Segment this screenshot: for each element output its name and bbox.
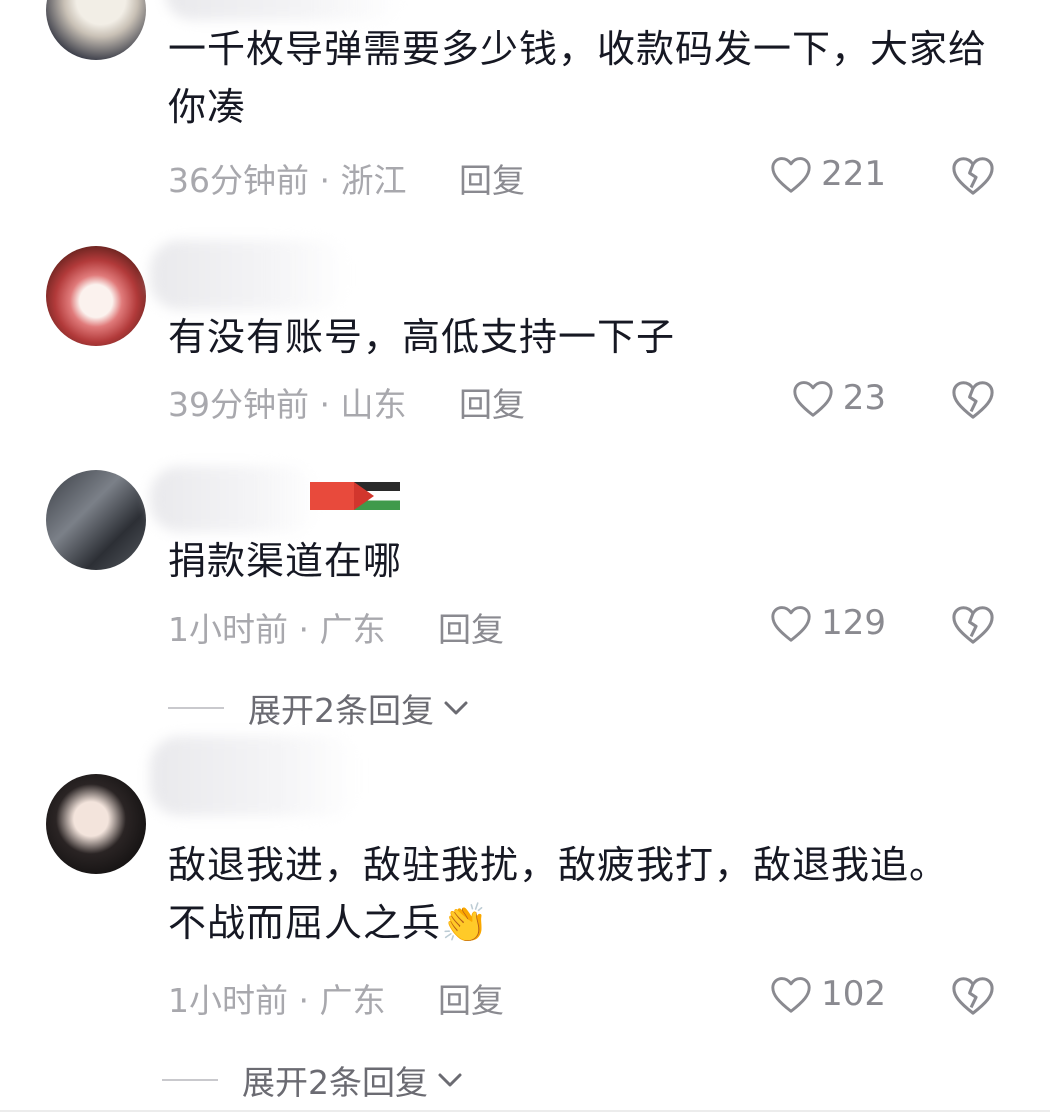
reply-button[interactable]: 回复 [438, 981, 504, 1020]
flag-icons [310, 482, 400, 510]
comment-location: 广东 [319, 610, 386, 649]
divider-line [168, 707, 224, 709]
comment-meta: 1小时前 · 广东 回复 [168, 974, 504, 1022]
avatar[interactable] [46, 470, 146, 570]
like-button[interactable]: 23 [791, 378, 886, 418]
expand-replies-button[interactable]: 展开2条回复 [162, 1056, 464, 1104]
username-blurred[interactable] [150, 736, 360, 816]
red-flag-icon [310, 482, 354, 510]
comment-time: 36分钟前 [168, 161, 309, 200]
comment-time: 1小时前 [168, 610, 288, 649]
separator: · [319, 161, 331, 200]
expand-replies-button[interactable]: 展开2条回复 [168, 684, 470, 732]
separator: · [298, 981, 310, 1020]
comment-meta: 1小时前 · 广东 回复 [168, 603, 504, 651]
username-blurred[interactable] [150, 240, 350, 310]
like-button[interactable]: 129 [769, 603, 886, 643]
comment-text-line-2: 不战而屈人之兵👏 [168, 894, 1008, 952]
dislike-button[interactable] [950, 603, 996, 649]
expand-replies-label: 展开2条回复 [242, 1063, 428, 1102]
broken-heart-icon [952, 381, 994, 419]
dislike-button[interactable] [950, 974, 996, 1020]
chevron-down-icon [444, 701, 468, 715]
heart-outline-icon [771, 606, 811, 642]
comment-time: 1小时前 [168, 981, 288, 1020]
comment-text: 有没有账号，高低支持一下子 [168, 315, 676, 359]
comment-text-continued: 不战而屈人之兵 [168, 901, 442, 945]
like-count: 221 [821, 154, 886, 194]
chevron-down-icon [438, 1073, 462, 1087]
reply-button[interactable]: 回复 [459, 385, 525, 424]
comment-text: 敌退我进，敌驻我扰，敌疲我打，敌退我追。 不战而屈人之兵👏 [168, 836, 1008, 952]
bottom-divider [0, 1110, 1050, 1112]
heart-outline-icon [771, 157, 811, 193]
palestine-flag-icon [354, 482, 400, 510]
like-button[interactable]: 221 [769, 154, 886, 194]
reply-button[interactable]: 回复 [459, 161, 525, 200]
comment-meta: 36分钟前 · 浙江 回复 [168, 154, 525, 202]
comment-text-line: 敌退我进，敌驻我扰，敌疲我打，敌退我追。 [168, 843, 949, 887]
separator: · [298, 610, 310, 649]
broken-heart-icon [952, 157, 994, 195]
divider-line [162, 1079, 218, 1081]
comment-text: 一千枚导弹需要多少钱，收款码发一下，大家给你凑 [168, 27, 988, 129]
like-count: 102 [821, 974, 886, 1014]
comment-meta: 39分钟前 · 山东 回复 [168, 378, 525, 426]
clapping-hands-emoji: 👏 [441, 901, 490, 945]
comment-location: 山东 [340, 385, 407, 424]
dislike-button[interactable] [950, 154, 996, 200]
avatar[interactable] [46, 0, 146, 60]
reply-button[interactable]: 回复 [438, 610, 504, 649]
username-blurred[interactable] [150, 466, 320, 532]
like-count: 129 [821, 603, 886, 643]
expand-replies-label: 展开2条回复 [248, 691, 434, 730]
avatar[interactable] [46, 246, 146, 346]
like-count: 23 [842, 378, 886, 418]
username-blurred[interactable] [165, 0, 405, 20]
separator: · [319, 385, 331, 424]
like-button[interactable]: 102 [769, 974, 886, 1014]
comment-location: 浙江 [340, 161, 407, 200]
dislike-button[interactable] [950, 378, 996, 424]
broken-heart-icon [952, 606, 994, 644]
comment-text: 捐款渠道在哪 [168, 539, 403, 583]
comment-time: 39分钟前 [168, 385, 309, 424]
heart-outline-icon [771, 977, 811, 1013]
comment-location: 广东 [319, 981, 386, 1020]
avatar[interactable] [46, 774, 146, 874]
heart-outline-icon [793, 381, 833, 417]
broken-heart-icon [952, 977, 994, 1015]
